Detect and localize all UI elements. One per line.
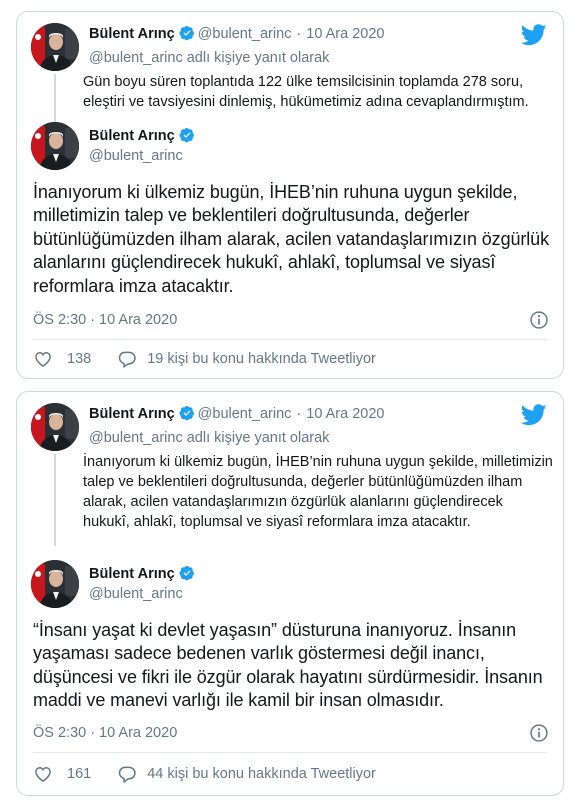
quoted-tweet-text: Gün boyu süren toplantıda 122 ülke temsi… <box>83 74 529 110</box>
speech-bubble-icon <box>117 349 137 369</box>
reply-to-text[interactable]: @bulent_arinc adlı kişiye yanıt olarak <box>89 48 329 68</box>
author-name-text: Bülent Arınç <box>89 566 175 582</box>
tweet-date[interactable]: 10 Ara 2020 <box>306 406 384 422</box>
info-icon[interactable] <box>529 310 549 330</box>
replies-text: 19 kişi bu konu hakkında Tweetliyor <box>147 351 376 367</box>
tweet-date: 10 Ara 2020 <box>99 312 178 328</box>
author-name[interactable]: Bülent Arınç <box>89 564 198 584</box>
tweet-time: ÖS 2:30 <box>33 312 87 328</box>
info-icon[interactable] <box>529 723 549 743</box>
author-name[interactable]: Bülent Arınç <box>89 126 198 146</box>
avatar[interactable] <box>31 122 79 170</box>
author-name[interactable]: Bülent Arınç <box>89 406 175 422</box>
heart-icon <box>33 349 53 369</box>
avatar[interactable] <box>31 403 79 451</box>
tweet-date: 10 Ara 2020 <box>99 725 178 741</box>
reply-discussion-link[interactable]: 19 kişi bu konu hakkında Tweetliyor <box>117 348 376 370</box>
tweet-actions: 161 44 kişi bu konu hakkında Tweetliyor <box>33 763 376 785</box>
separator-dot: · <box>90 312 96 328</box>
tweet-timestamp[interactable]: ÖS 2:30 · 10 Ara 2020 <box>33 310 177 330</box>
separator-dot: · <box>296 26 302 42</box>
verified-badge-icon <box>179 25 195 41</box>
like-button[interactable]: 161 <box>33 763 91 785</box>
tweet-actions: 138 19 kişi bu konu hakkında Tweetliyor <box>33 348 376 370</box>
tweet-text: İnanıyorum ki ülkemiz bugün, İHEB’nin ru… <box>33 182 549 296</box>
tweet-timestamp[interactable]: ÖS 2:30 · 10 Ara 2020 <box>33 723 177 743</box>
reply-discussion-link[interactable]: 44 kişi bu konu hakkında Tweetliyor <box>117 763 376 785</box>
author-handle[interactable]: @bulent_arinc <box>198 26 292 42</box>
verified-badge-icon <box>179 565 195 581</box>
author-name[interactable]: Bülent Arınç <box>89 26 175 42</box>
tweet-text: “İnsanı yaşat ki devlet yaşasın” düsturu… <box>33 620 543 711</box>
quoted-tweet-header: Bülent Arınç @bulent_arinc · 10 Ara 2020 <box>89 24 384 44</box>
thread-line <box>54 74 56 126</box>
tweet-card[interactable]: Bülent Arınç @bulent_arinc · 10 Ara 2020 @b… <box>16 391 564 796</box>
divider <box>33 752 547 753</box>
quoted-tweet-text: İnanıyorum ki ülkemiz bugün, İHEB’nin ru… <box>83 454 553 530</box>
quoted-tweet-header: Bülent Arınç @bulent_arinc · 10 Ara 2020 <box>89 404 384 424</box>
verified-badge-icon <box>179 127 195 143</box>
reply-to-text[interactable]: @bulent_arinc adlı kişiye yanıt olarak <box>89 428 329 448</box>
speech-bubble-icon <box>117 764 137 784</box>
avatar[interactable] <box>31 23 79 71</box>
avatar[interactable] <box>31 560 79 608</box>
tweet-card[interactable]: Bülent Arınç @bulent_arinc · 10 Ara 2020 @b… <box>16 11 564 379</box>
thread-line <box>54 454 56 546</box>
tweet-date[interactable]: 10 Ara 2020 <box>306 26 384 42</box>
twitter-bird-icon[interactable] <box>521 24 547 46</box>
author-name-text: Bülent Arınç <box>89 128 175 144</box>
divider <box>33 339 547 340</box>
tweet-time: ÖS 2:30 <box>33 725 87 741</box>
separator-dot: · <box>296 406 302 422</box>
like-button[interactable]: 138 <box>33 348 91 370</box>
twitter-bird-icon[interactable] <box>521 404 547 426</box>
like-count: 161 <box>67 766 92 782</box>
like-count: 138 <box>67 351 92 367</box>
verified-badge-icon <box>179 405 195 421</box>
author-handle[interactable]: @bulent_arinc <box>198 406 292 422</box>
separator-dot: · <box>90 725 96 741</box>
heart-icon <box>33 764 53 784</box>
author-handle[interactable]: @bulent_arinc <box>89 584 183 604</box>
replies-text: 44 kişi bu konu hakkında Tweetliyor <box>147 766 376 782</box>
author-handle[interactable]: @bulent_arinc <box>89 146 183 166</box>
